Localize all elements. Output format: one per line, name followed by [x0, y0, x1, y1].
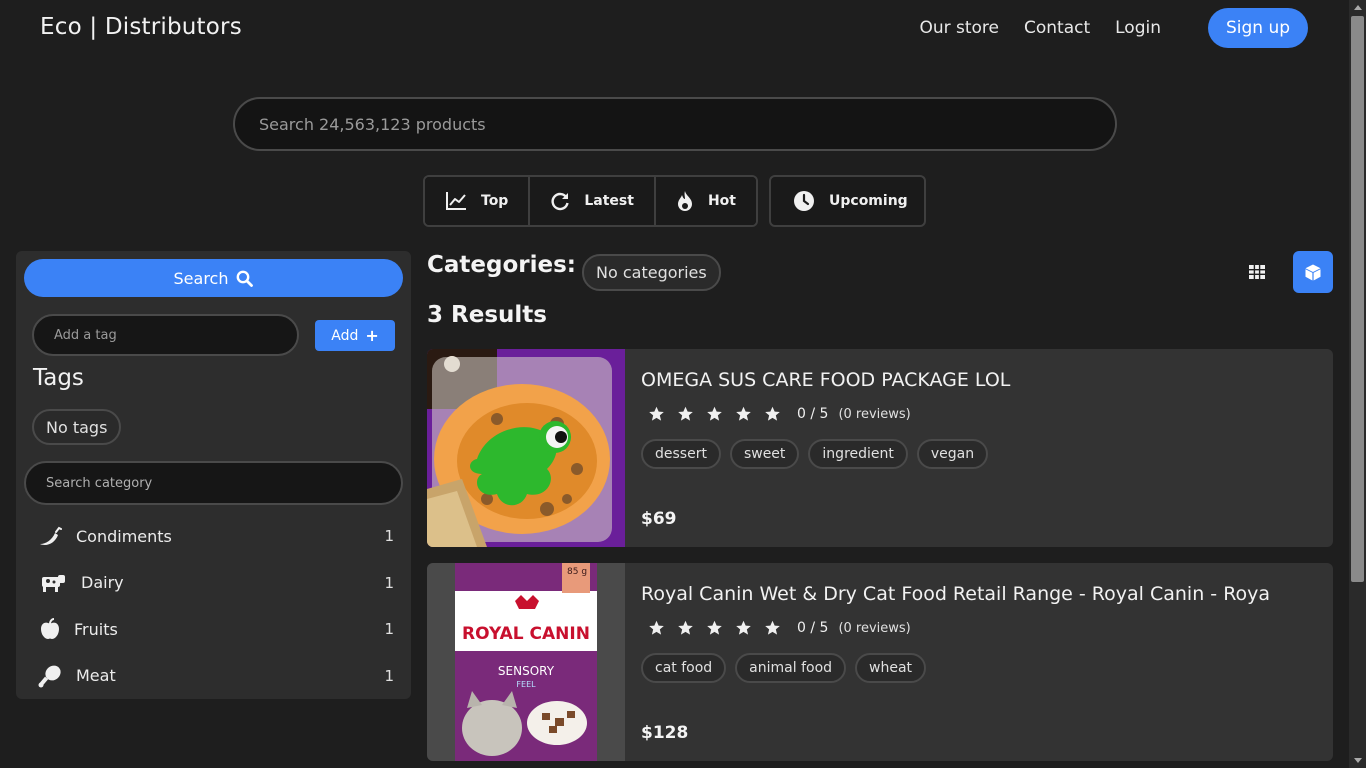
product-price: $128: [641, 723, 689, 743]
add-tag-label: Add: [331, 327, 359, 344]
review-count: (0 reviews): [838, 620, 911, 636]
list-view-toggle[interactable]: [1293, 251, 1333, 293]
search-icon: [237, 270, 254, 287]
category-item-condiments[interactable]: Condiments 1: [38, 513, 396, 560]
star-row: [648, 620, 793, 636]
sidebar-search-label: Search: [173, 268, 229, 288]
drumstick-icon: [38, 664, 62, 688]
pepper-icon: [38, 524, 62, 548]
box-icon: [1305, 264, 1321, 280]
chart-line-icon: [446, 192, 466, 210]
brand-logo[interactable]: Eco | Distributors: [40, 14, 242, 40]
product-tag[interactable]: ingredient: [808, 439, 908, 469]
top-nav: Our store Contact Login Sign up: [894, 8, 1308, 48]
star-icon[interactable]: [764, 620, 781, 636]
star-icon[interactable]: [735, 620, 752, 636]
fire-icon: [677, 191, 692, 211]
no-categories-badge: No categories: [582, 254, 721, 291]
category-count: 1: [384, 527, 394, 546]
category-list: Condiments 1 Dairy 1 Fruits 1 Meat 1: [38, 513, 396, 699]
category-search-input[interactable]: [24, 461, 403, 505]
category-item-meat[interactable]: Meat 1: [38, 653, 396, 700]
star-row: [648, 406, 793, 422]
sort-hot-label: Hot: [707, 193, 736, 209]
star-icon[interactable]: [735, 406, 752, 422]
rating-value: 0 / 5: [797, 620, 829, 636]
product-search-input[interactable]: [233, 97, 1117, 151]
rating-stars[interactable]: 0 / 5 (0 reviews): [648, 406, 911, 422]
category-label: Dairy: [81, 573, 124, 593]
signup-button[interactable]: Sign up: [1208, 8, 1308, 48]
product-tag[interactable]: vegan: [916, 439, 989, 469]
star-icon[interactable]: [706, 406, 723, 422]
product-card[interactable]: 85 g ROYAL CANIN SENSORY FEEL Royal Cani…: [427, 563, 1333, 761]
package-sub: FEEL: [516, 680, 536, 689]
sort-tabs: Top Latest Hot: [423, 175, 758, 227]
product-tag[interactable]: sweet: [729, 439, 800, 469]
tags-heading: Tags: [33, 365, 84, 391]
package-brand: ROYAL CANIN: [462, 624, 590, 644]
star-icon[interactable]: [677, 620, 694, 636]
nav-login[interactable]: Login: [1115, 18, 1161, 38]
product-tag[interactable]: animal food: [735, 653, 847, 683]
scroll-down-arrow[interactable]: [1354, 758, 1362, 763]
page-scrollbar[interactable]: [1349, 0, 1366, 768]
categories-heading: Categories:: [427, 252, 576, 278]
category-count: 1: [384, 666, 394, 685]
clock-icon: [794, 191, 814, 211]
product-price: $69: [641, 509, 677, 529]
sort-top-label: Top: [481, 193, 509, 209]
product-tag[interactable]: cat food: [641, 653, 727, 683]
package-line: SENSORY: [498, 664, 555, 678]
sort-latest-button[interactable]: Latest: [530, 177, 656, 225]
sort-upcoming-label: Upcoming: [829, 193, 908, 209]
nav-contact[interactable]: Contact: [1024, 18, 1090, 38]
product-image: 85 g ROYAL CANIN SENSORY FEEL: [427, 563, 625, 761]
no-tags-badge: No tags: [32, 409, 122, 445]
product-image: [427, 349, 625, 547]
star-icon[interactable]: [648, 620, 665, 636]
sort-top-button[interactable]: Top: [425, 177, 531, 225]
grid-view-toggle[interactable]: [1237, 252, 1277, 292]
add-tag-button[interactable]: Add +: [315, 320, 395, 351]
cow-icon: [38, 571, 66, 595]
category-label: Fruits: [74, 619, 118, 639]
category-label: Condiments: [76, 526, 172, 546]
apple-icon: [38, 617, 62, 641]
product-title[interactable]: OMEGA SUS CARE FOOD PACKAGE LOL: [641, 369, 1321, 391]
product-card[interactable]: OMEGA SUS CARE FOOD PACKAGE LOL 0 / 5 (0…: [427, 349, 1333, 547]
category-count: 1: [384, 573, 394, 592]
refresh-icon: [551, 192, 570, 211]
package-weight: 85 g: [567, 567, 587, 577]
sort-upcoming-button[interactable]: Upcoming: [769, 175, 926, 227]
star-icon[interactable]: [648, 406, 665, 422]
scrollbar-thumb[interactable]: [1351, 16, 1364, 582]
product-tag[interactable]: dessert: [641, 439, 721, 469]
review-count: (0 reviews): [838, 406, 911, 422]
product-tags: cat food animal food wheat: [641, 653, 935, 683]
scroll-up-arrow[interactable]: [1354, 5, 1362, 10]
filter-sidebar: Search Add + Tags No tags Condiments 1 D…: [16, 251, 411, 699]
star-icon[interactable]: [764, 406, 781, 422]
category-label: Meat: [76, 666, 116, 686]
rating-value: 0 / 5: [797, 406, 829, 422]
star-icon[interactable]: [677, 406, 694, 422]
category-item-fruits[interactable]: Fruits 1: [38, 606, 396, 653]
category-item-dairy[interactable]: Dairy 1: [38, 560, 396, 607]
product-tags: dessert sweet ingredient vegan: [641, 439, 997, 469]
star-icon[interactable]: [706, 620, 723, 636]
sort-latest-label: Latest: [584, 193, 634, 209]
plus-icon: +: [365, 326, 379, 345]
product-tag[interactable]: wheat: [855, 653, 927, 683]
results-count: 3 Results: [427, 302, 547, 328]
rating-stars[interactable]: 0 / 5 (0 reviews): [648, 620, 911, 636]
grid-icon: [1249, 265, 1265, 279]
nav-our-store[interactable]: Our store: [919, 18, 999, 38]
sort-hot-button[interactable]: Hot: [655, 177, 756, 225]
category-count: 1: [384, 620, 394, 639]
product-title[interactable]: Royal Canin Wet & Dry Cat Food Retail Ra…: [641, 583, 1321, 605]
tag-input[interactable]: [32, 314, 299, 356]
sidebar-search-button[interactable]: Search: [24, 259, 403, 297]
